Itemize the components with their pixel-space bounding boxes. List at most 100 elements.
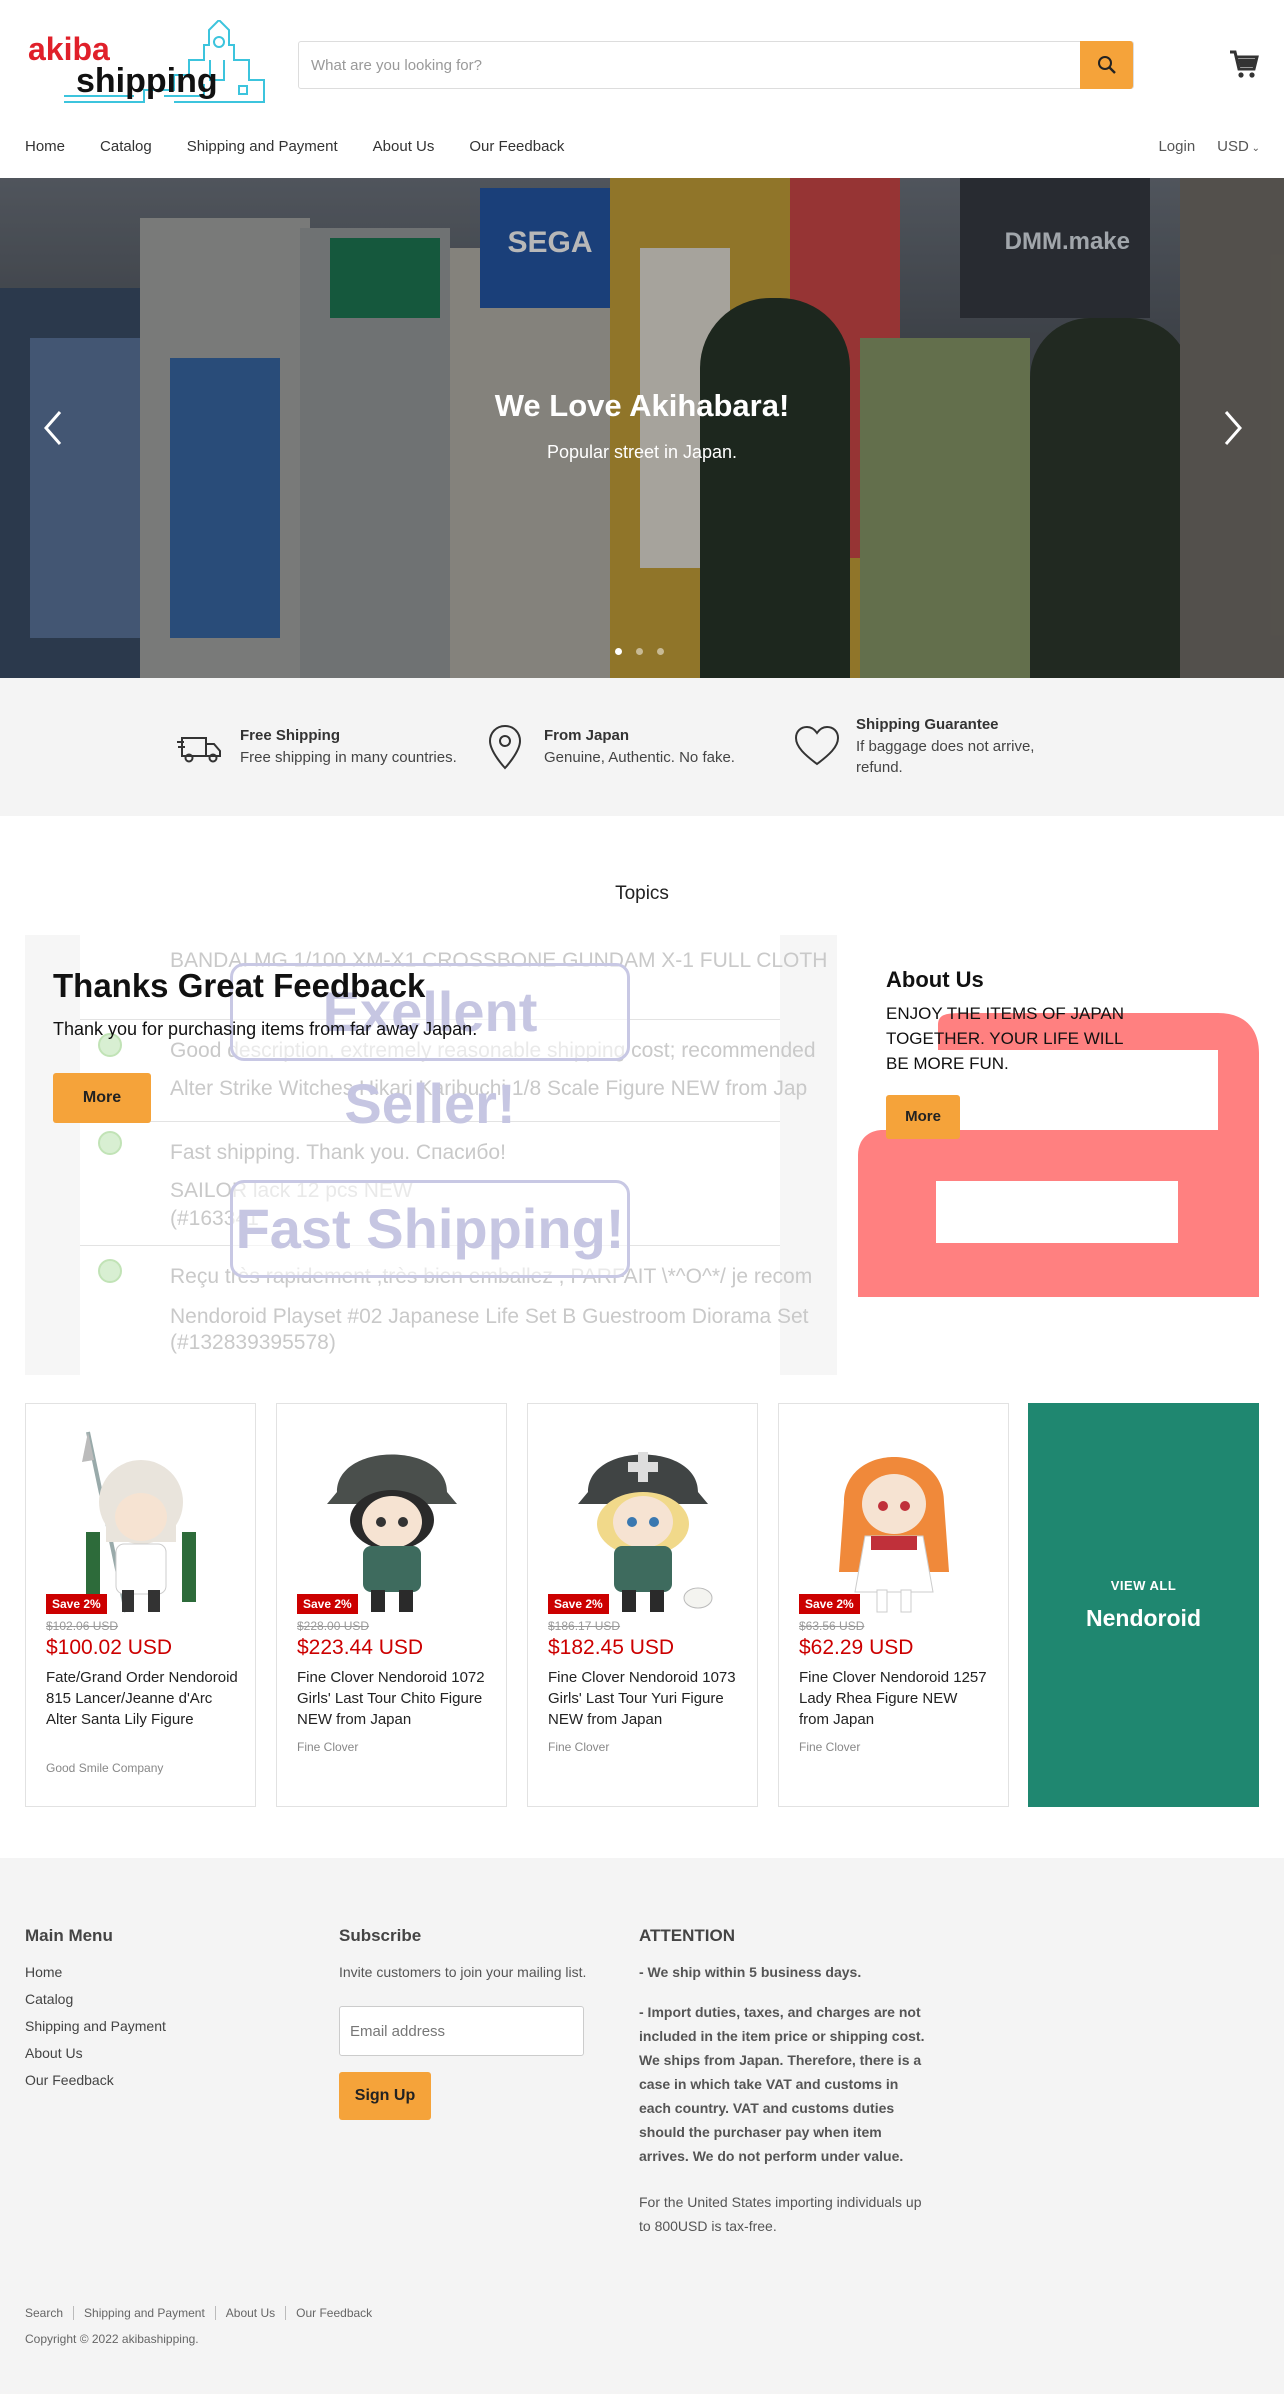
chevron-right-icon xyxy=(1224,411,1242,445)
feature-text: Free shipping in many countries. xyxy=(240,748,457,766)
product-image xyxy=(839,1457,949,1613)
bg-text: Nendoroid Playset #02 Japanese Life Set … xyxy=(170,1305,809,1328)
attention-duties: - Import duties, taxes, and charges are … xyxy=(639,2004,925,2164)
price: $100.02 USD xyxy=(46,1636,173,1659)
heart-icon xyxy=(794,725,840,766)
view-all-label: VIEW ALL xyxy=(1110,1578,1177,1593)
footer-menu: Home Catalog Shipping and Payment About … xyxy=(25,1964,166,2099)
product-title[interactable]: Fine Clover Nendoroid 1073 Girls' Last T… xyxy=(548,1667,740,1730)
search-bar xyxy=(298,41,1134,89)
footer-link-home[interactable]: Home xyxy=(25,1964,166,1980)
nav-our-feedback[interactable]: Our Feedback xyxy=(469,138,564,155)
bg-text: (#132839395578) xyxy=(170,1331,336,1354)
promo-about-us: About Us ENJOY THE ITEMS OF JAPAN TOGETH… xyxy=(858,935,1259,1375)
footer-attention-heading: ATTENTION xyxy=(639,1926,736,1945)
sign-up-button[interactable]: Sign Up xyxy=(339,2072,431,2120)
product-title[interactable]: Fine Clover Nendoroid 1257 Lady Rhea Fig… xyxy=(799,1667,991,1730)
product-title[interactable]: Fate/Grand Order Nendoroid 815 Lancer/Je… xyxy=(46,1667,238,1730)
promo-feedback-text: Thanks Great Feedback Thank you for purc… xyxy=(53,967,477,1040)
search-input[interactable] xyxy=(299,42,1081,88)
hero-overlay xyxy=(0,178,1284,678)
search-icon xyxy=(1097,56,1116,74)
logo[interactable]: akiba shipping xyxy=(24,18,274,110)
product-image xyxy=(578,1452,713,1612)
compare-price: $63.56 USD xyxy=(799,1619,865,1633)
promo-text: Thank you for purchasing items from far … xyxy=(53,1019,478,1039)
feature-title: From Japan xyxy=(544,726,630,744)
bottom-link-about-us[interactable]: About Us xyxy=(214,2306,285,2320)
attention-shipping: - We ship within 5 business days. xyxy=(639,1964,862,1980)
footer-link-catalog[interactable]: Catalog xyxy=(25,1991,166,2007)
nav-about-us[interactable]: About Us xyxy=(373,138,435,155)
feature-text: If baggage does not arrive, refund. xyxy=(856,738,1035,776)
about-text: ENJOY THE ITEMS OF JAPAN TOGETHER. YOUR … xyxy=(886,1004,1125,1073)
sale-badge: Save 2% xyxy=(297,1594,358,1614)
site-header: akiba shipping xyxy=(0,0,1284,130)
product-card[interactable]: Save 2% $63.56 USD $62.29 USD Fine Clove… xyxy=(778,1403,1009,1807)
feature-title: Free Shipping xyxy=(240,726,341,744)
hero-title: We Love Akihabara! xyxy=(494,388,790,423)
view-all-collection: Nendoroid xyxy=(1086,1605,1201,1631)
footer-bottom-links: Search Shipping and Payment About Us Our… xyxy=(25,2306,382,2320)
cart-icon xyxy=(1230,50,1259,78)
product-vendor: Fine Clover xyxy=(548,1740,610,1754)
product-card[interactable]: Save 2% $186.17 USD $182.45 USD Fine Clo… xyxy=(527,1403,758,1807)
about-more-button[interactable]: More xyxy=(886,1095,960,1139)
check-icon xyxy=(98,1259,122,1283)
truck-icon xyxy=(177,737,221,763)
copyright: Copyright © 2022 akibashipping. xyxy=(25,2332,199,2346)
map-pin-icon xyxy=(488,724,522,770)
feature-text: Genuine, Authentic. No fake. xyxy=(544,748,735,766)
site-footer: Main Menu Home Catalog Shipping and Paym… xyxy=(0,1858,1284,2394)
logo-graphic: akiba shipping xyxy=(28,18,265,103)
cart-button[interactable] xyxy=(1228,48,1260,80)
price: $182.45 USD xyxy=(548,1636,675,1659)
nav-shipping-payment[interactable]: Shipping and Payment xyxy=(187,138,338,155)
feedback-more-button[interactable]: More xyxy=(53,1073,151,1123)
compare-price: $186.17 USD xyxy=(548,1619,621,1633)
bottom-link-search[interactable]: Search xyxy=(25,2306,73,2320)
login-link[interactable]: Login xyxy=(1158,138,1195,155)
topics-heading: Topics xyxy=(615,883,669,904)
hero-dot-1[interactable] xyxy=(615,648,622,655)
hero-prev-button[interactable] xyxy=(38,406,68,450)
compare-price: $228.00 USD xyxy=(297,1619,370,1633)
product-vendor: Fine Clover xyxy=(799,1740,861,1754)
footer-link-our-feedback[interactable]: Our Feedback xyxy=(25,2072,166,2088)
hero-subtitle: Popular street in Japan. xyxy=(546,442,738,462)
product-card[interactable]: Save 2% $228.00 USD $223.44 USD Fine Clo… xyxy=(276,1403,507,1807)
footer-link-shipping-payment[interactable]: Shipping and Payment xyxy=(25,2018,166,2034)
product-image xyxy=(327,1454,457,1612)
hero-dot-3[interactable] xyxy=(657,648,664,655)
hero-slideshow: SEGA DMM.make We Love Akihabara! Popular… xyxy=(0,178,1284,678)
product-vendor: Good Smile Company xyxy=(46,1761,164,1775)
product-image xyxy=(82,1431,196,1613)
sale-badge: Save 2% xyxy=(799,1594,860,1614)
price: $62.29 USD xyxy=(799,1636,914,1659)
hero-dot-2[interactable] xyxy=(636,648,643,655)
footer-menu-heading: Main Menu xyxy=(25,1926,113,1945)
product-card[interactable]: Save 2% $102.06 USD $100.02 USD Fate/Gra… xyxy=(25,1403,256,1807)
features-bar: Free Shipping Free shipping in many coun… xyxy=(0,678,1284,816)
bottom-link-our-feedback[interactable]: Our Feedback xyxy=(285,2306,382,2320)
feature-from-japan: From Japan Genuine, Authentic. No fake. xyxy=(480,678,735,816)
product-vendor: Fine Clover xyxy=(297,1740,359,1754)
hero-next-button[interactable] xyxy=(1218,406,1248,450)
logo-text-bottom: shipping xyxy=(76,62,218,100)
footer-subscribe-heading: Subscribe xyxy=(339,1926,422,1945)
email-field[interactable] xyxy=(339,2006,584,2056)
feature-shipping-guarantee: Shipping Guarantee If baggage does not a… xyxy=(792,678,1056,816)
currency-selector[interactable]: USD xyxy=(1217,138,1260,155)
product-title[interactable]: Fine Clover Nendoroid 1072 Girls' Last T… xyxy=(297,1667,489,1730)
about-heading: About Us xyxy=(886,967,984,992)
nav-account: Login USD xyxy=(1158,138,1260,155)
feature-title: Shipping Guarantee xyxy=(856,716,999,733)
nav-catalog[interactable]: Catalog xyxy=(100,138,152,155)
view-all-nendoroid[interactable]: VIEW ALL Nendoroid xyxy=(1028,1403,1259,1807)
compare-price: $102.06 USD xyxy=(46,1619,119,1633)
bottom-link-shipping-payment[interactable]: Shipping and Payment xyxy=(73,2306,215,2320)
bubble-fast-shipping: Fast Shipping! xyxy=(230,1180,630,1278)
nav-home[interactable]: Home xyxy=(25,138,65,155)
search-button[interactable] xyxy=(1080,41,1133,89)
footer-link-about-us[interactable]: About Us xyxy=(25,2045,166,2061)
